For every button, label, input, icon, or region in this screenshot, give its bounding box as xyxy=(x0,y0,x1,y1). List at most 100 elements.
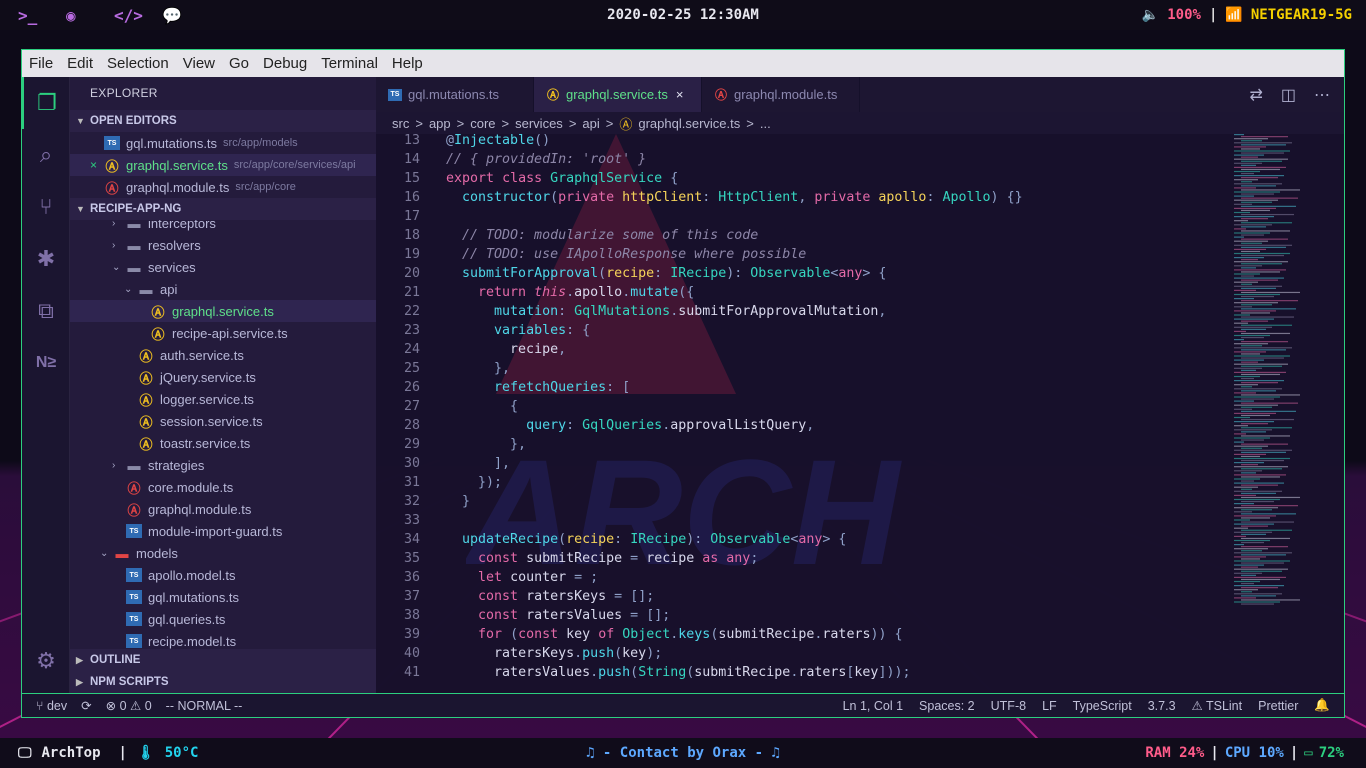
branch-indicator[interactable]: ⑂ dev xyxy=(36,699,67,713)
tree-item[interactable]: Ⓐgraphql.module.ts xyxy=(70,498,376,520)
tree-item[interactable]: TS apollo.model.ts xyxy=(70,564,376,586)
code-editor[interactable]: ARCH 13 @Injectable() 14// { providedIn: '… xyxy=(376,134,1344,693)
indentation[interactable]: Spaces: 2 xyxy=(919,699,975,713)
tree-item[interactable]: TS gql.mutations.ts xyxy=(70,586,376,608)
tree-item[interactable]: › ▬ strategies xyxy=(70,454,376,476)
code-line[interactable]: 27 { xyxy=(376,397,1344,416)
cursor-position[interactable]: Ln 1, Col 1 xyxy=(843,699,903,713)
code-line[interactable]: 31 }); xyxy=(376,473,1344,492)
tab-graphql-module-ts[interactable]: Ⓐgraphql.module.ts xyxy=(702,77,860,112)
extensions-icon[interactable]: ⧉ xyxy=(22,285,70,337)
sync-icon[interactable]: ⟳ xyxy=(81,698,91,713)
close-icon[interactable]: × xyxy=(676,87,684,102)
code-line[interactable]: 13 @Injectable() xyxy=(376,134,1344,150)
code-line[interactable]: 23 variables: { xyxy=(376,321,1344,340)
explorer-icon[interactable]: ❐ xyxy=(22,77,70,129)
language-mode[interactable]: TypeScript xyxy=(1073,699,1132,713)
encoding[interactable]: UTF-8 xyxy=(991,699,1026,713)
code-line[interactable]: 22 mutation: GqlMutations.submitForAppro… xyxy=(376,302,1344,321)
nx-console-icon[interactable]: N≥ xyxy=(22,337,70,389)
menu-view[interactable]: View xyxy=(176,55,222,72)
notifications-bell-icon[interactable]: 🔔 xyxy=(1314,698,1330,713)
tab-gql-mutations-ts[interactable]: TS gql.mutations.ts xyxy=(376,77,534,112)
problems-indicator[interactable]: ⊗ 0 ⚠ 0 xyxy=(106,698,152,713)
menu-selection[interactable]: Selection xyxy=(100,55,176,72)
tree-item[interactable]: TS module-import-guard.ts xyxy=(70,520,376,542)
menu-edit[interactable]: Edit xyxy=(60,55,100,72)
code-line[interactable]: 35 const submitRecipe = recipe as any; xyxy=(376,549,1344,568)
code-line[interactable]: 19 // TODO: use IApolloResponse where po… xyxy=(376,245,1344,264)
outline-section[interactable]: ▶ OUTLINE xyxy=(70,649,376,671)
breadcrumb-item[interactable]: graphql.service.ts xyxy=(638,116,740,131)
code-line[interactable]: 40 ratersKeys.push(key); xyxy=(376,644,1344,663)
split-editor-icon[interactable]: ◫ xyxy=(1281,85,1296,105)
code-line[interactable]: 38 const ratersValues = []; xyxy=(376,606,1344,625)
code-line[interactable]: 32 } xyxy=(376,492,1344,511)
menu-debug[interactable]: Debug xyxy=(256,55,314,72)
firefox-icon[interactable]: ◉ xyxy=(66,6,96,25)
code-line[interactable]: 20 submitForApproval(recipe: IRecipe): O… xyxy=(376,264,1344,283)
code-line[interactable]: 26 refetchQueries: [ xyxy=(376,378,1344,397)
ts-version[interactable]: 3.7.3 xyxy=(1148,699,1176,713)
tslint-status[interactable]: ⚠ TSLint xyxy=(1192,698,1243,713)
wifi-icon[interactable]: 📶 xyxy=(1225,7,1242,23)
menu-terminal[interactable]: Terminal xyxy=(314,55,385,72)
code-line[interactable]: 39 for (const key of Object.keys(submitR… xyxy=(376,625,1344,644)
compare-changes-icon[interactable]: ⇄ xyxy=(1249,85,1262,105)
settings-gear-icon[interactable]: ⚙ xyxy=(22,635,70,687)
menu-file[interactable]: File xyxy=(22,55,60,72)
end-of-line[interactable]: LF xyxy=(1042,699,1057,713)
breadcrumb-item[interactable]: core xyxy=(470,116,495,131)
tree-item[interactable]: Ⓐauth.service.ts xyxy=(70,344,376,366)
code-line[interactable]: 17 xyxy=(376,207,1344,226)
source-control-icon[interactable]: ⑂ xyxy=(22,181,70,233)
tree-item[interactable]: Ⓐtoastr.service.ts xyxy=(70,432,376,454)
tab-graphql-service-ts[interactable]: Ⓐgraphql.service.ts × xyxy=(534,77,702,112)
tree-item[interactable]: Ⓐcore.module.ts xyxy=(70,476,376,498)
tree-item[interactable]: Ⓐsession.service.ts xyxy=(70,410,376,432)
debug-icon[interactable]: ✱ xyxy=(22,233,70,285)
breadcrumb-item[interactable]: api xyxy=(582,116,599,131)
code-line[interactable]: 24 recipe, xyxy=(376,340,1344,359)
code-line[interactable]: 36 let counter = ; xyxy=(376,568,1344,587)
terminal-icon[interactable]: >_ xyxy=(18,6,48,25)
code-line[interactable]: 33 xyxy=(376,511,1344,530)
breadcrumb-item[interactable]: app xyxy=(429,116,451,131)
code-line[interactable]: 28 query: GqlQueries.approvalListQuery, xyxy=(376,416,1344,435)
tree-item[interactable]: Ⓐgraphql.service.ts xyxy=(70,300,376,322)
code-line[interactable]: 14 // { providedIn: 'root' } xyxy=(376,150,1344,169)
code-line[interactable]: 29 }, xyxy=(376,435,1344,454)
chat-icon[interactable]: 💬 xyxy=(162,6,192,25)
tree-item[interactable]: TS gql.queries.ts xyxy=(70,608,376,630)
code-line[interactable]: 34 updateRecipe(recipe: IRecipe): Observ… xyxy=(376,530,1344,549)
breadcrumb-item[interactable]: ... xyxy=(760,116,771,131)
project-section[interactable]: ▼ RECIPE-APP-NG xyxy=(70,198,376,220)
close-icon[interactable]: × xyxy=(90,158,104,172)
open-editor-item[interactable]: TS gql.mutations.ts src/app/models xyxy=(70,132,376,154)
tree-item[interactable]: › ▬ interceptors xyxy=(70,220,376,234)
tree-item[interactable]: ⌄ ▬ services xyxy=(70,256,376,278)
menu-go[interactable]: Go xyxy=(222,55,256,72)
code-line[interactable]: 41 ratersValues.push(String(submitRecipe… xyxy=(376,663,1344,682)
code-icon[interactable]: </> xyxy=(114,6,144,25)
code-line[interactable]: 37 const ratersKeys = []; xyxy=(376,587,1344,606)
tree-item[interactable]: ⌄ ▬ models xyxy=(70,542,376,564)
tree-item[interactable]: › ▬ resolvers xyxy=(70,234,376,256)
minimap[interactable] xyxy=(1234,134,1320,614)
code-line[interactable]: 15 export class GraphqlService { xyxy=(376,169,1344,188)
search-icon[interactable]: ⌕ xyxy=(22,129,70,181)
tree-item[interactable]: ⌄ ▬ api xyxy=(70,278,376,300)
code-line[interactable]: 30 ], xyxy=(376,454,1344,473)
code-line[interactable]: 18 // TODO: modularize some of this code xyxy=(376,226,1344,245)
code-line[interactable]: 16 constructor(private httpClient: HttpC… xyxy=(376,188,1344,207)
volume-icon[interactable]: 🔈 xyxy=(1142,7,1159,23)
code-line[interactable]: 21 return this.apollo.mutate({ xyxy=(376,283,1344,302)
more-actions-icon[interactable]: ⋯ xyxy=(1314,85,1330,105)
npm-scripts-section[interactable]: ▶ NPM SCRIPTS xyxy=(70,671,376,693)
tree-item[interactable]: Ⓐlogger.service.ts xyxy=(70,388,376,410)
breadcrumb-item[interactable]: src xyxy=(392,116,409,131)
tree-item[interactable]: Ⓐrecipe-api.service.ts xyxy=(70,322,376,344)
prettier-status[interactable]: Prettier xyxy=(1258,699,1298,713)
open-editor-item[interactable]: Ⓐgraphql.module.ts src/app/core xyxy=(70,176,376,198)
breadcrumb-item[interactable]: services xyxy=(515,116,563,131)
